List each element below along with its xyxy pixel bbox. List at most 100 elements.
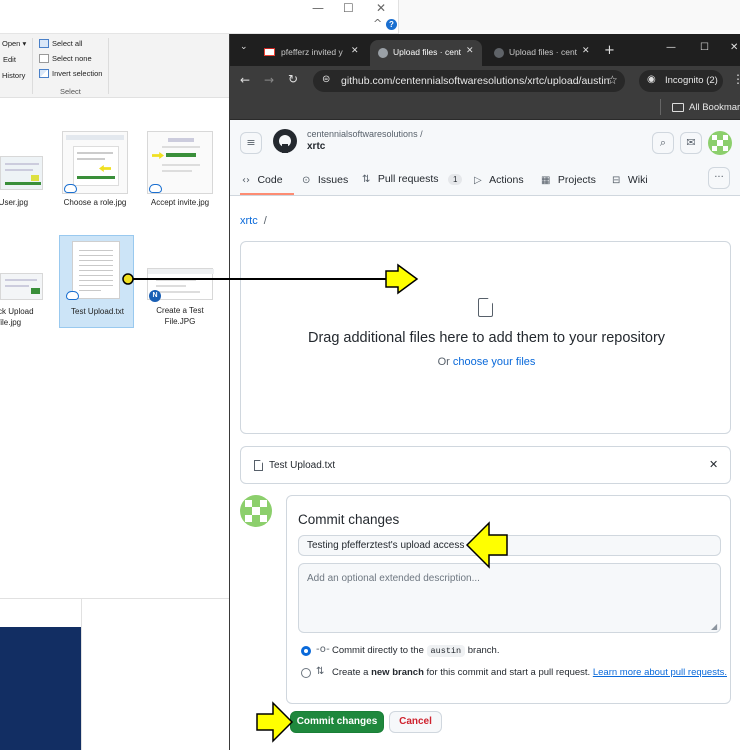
search-icon[interactable]: ⌕ [652, 132, 674, 154]
explorer-ribbon: Open ▾ Edit History Select all Select no… [0, 34, 229, 98]
active-tab-underline [240, 193, 294, 195]
commit-direct-radio[interactable] [301, 646, 311, 656]
tab-label: Actions [489, 174, 524, 186]
new-branch-radio[interactable] [301, 668, 311, 678]
close-tab-icon[interactable]: ✕ [466, 46, 474, 56]
breadcrumb-repo-link[interactable]: xrtc [240, 215, 258, 227]
cancel-button[interactable]: Cancel [389, 711, 442, 733]
tab-wiki[interactable]: ⊟ Wiki [612, 170, 648, 188]
pr-icon: ⇅ [316, 666, 325, 677]
code-icon: ‹› [242, 175, 250, 186]
learn-more-link[interactable]: Learn more about pull requests. [593, 667, 727, 678]
commit-description-textarea[interactable]: Add an optional extended description... … [298, 563, 721, 633]
close-tab-icon[interactable]: ✕ [351, 46, 359, 56]
synced-badge-icon: N [149, 290, 161, 302]
github-icon [378, 48, 388, 58]
ribbon-group-label: Select [60, 87, 81, 96]
tab-search-chevron-icon[interactable]: ⌄ [240, 42, 248, 52]
tab-label: Wiki [627, 174, 648, 186]
new-tab-button[interactable]: + [604, 43, 615, 58]
file-item-selected[interactable]: Test Upload.txt [59, 235, 134, 328]
browser-tab[interactable]: Upload files · cent ✕ [486, 40, 598, 66]
ribbon-edit-button[interactable]: Edit [3, 55, 16, 64]
tab-issues[interactable]: ⊙ Issues [302, 170, 348, 188]
commit-title: Commit changes [298, 512, 400, 527]
url-text: github.com/centennialsoftwaresolutions/x… [341, 75, 610, 87]
pr-icon: ⇅ [362, 174, 371, 185]
repo-name-link[interactable]: xrtc [307, 141, 325, 152]
commit-icon: -o- [316, 644, 330, 655]
forward-arrow-icon[interactable]: → [264, 73, 274, 87]
choose-files-link[interactable]: choose your files [453, 356, 536, 368]
tab-code[interactable]: ‹› Code [242, 170, 283, 188]
all-bookmarks-button[interactable]: All Bookmarks [689, 102, 740, 113]
taskbar-navy-block [0, 627, 81, 750]
maximize-button[interactable]: ☐ [343, 1, 354, 15]
tab-pull-requests[interactable]: ⇅ Pull requests 1 [362, 169, 463, 187]
hamburger-menu-icon[interactable]: ≡ [240, 132, 262, 154]
ribbon-open-button[interactable]: Open ▾ [2, 39, 26, 48]
avatar[interactable] [708, 131, 732, 155]
explorer-titlebar: — ☐ ✕ ^ ? [0, 0, 400, 34]
incognito-label: Incognito (2) [665, 75, 718, 86]
tab-actions[interactable]: ▷ Actions [474, 170, 524, 188]
file-name: d User.jpg [0, 198, 29, 207]
close-tab-icon[interactable]: ✕ [582, 46, 590, 56]
file-thumbnail [0, 273, 43, 300]
inbox-icon[interactable]: ✉ [680, 132, 702, 154]
select-all-icon [39, 39, 49, 48]
incognito-chip[interactable]: ◉ Incognito (2) [639, 70, 723, 92]
github-header: ≡ centennialsoftwaresolutions / xrtc ⌕ ✉… [230, 120, 740, 196]
minimize-button[interactable]: — [312, 1, 324, 15]
menu-kebab-icon[interactable]: ⋮ [732, 72, 740, 86]
tab-label: Projects [557, 174, 596, 186]
minimize-icon[interactable]: — [666, 42, 676, 53]
tab-projects[interactable]: ▦ Projects [541, 170, 596, 188]
reload-icon[interactable]: ↻ [288, 72, 298, 86]
browser-tab-active[interactable]: Upload files · cent ✕ [370, 40, 482, 66]
commit-message-input[interactable]: Testing pfefferztest's upload access [298, 535, 721, 556]
commit-changes-panel: Commit changes Testing pfefferztest's up… [286, 495, 731, 704]
maximize-icon[interactable]: ☐ [700, 42, 709, 53]
help-icon[interactable]: ? [386, 19, 397, 30]
tab-title: Upload files · cent [509, 47, 578, 57]
resize-handle-icon[interactable]: ◢ [711, 622, 717, 631]
incognito-icon: ◉ [647, 74, 656, 85]
branch-name-badge: austin [426, 645, 466, 657]
ribbon-select-all[interactable]: Select all [52, 39, 82, 48]
repo-owner-link[interactable]: centennialsoftwaresolutions / [307, 129, 423, 139]
dropzone-heading: Drag additional files here to add them t… [307, 330, 666, 346]
folder-icon [672, 103, 684, 112]
file-dropzone[interactable]: Drag additional files here to add them t… [240, 241, 731, 434]
dropzone-subtext: Or choose your files [437, 356, 536, 368]
commit-direct-label: Commit directly to the austin branch. [332, 645, 500, 657]
browser-tab[interactable]: pfefferz invited y ✕ [258, 40, 366, 66]
address-bar[interactable]: ⊜ github.com/centennialsoftwaresolutions… [313, 70, 625, 92]
ribbon-history-button[interactable]: History [2, 71, 25, 80]
more-options-icon[interactable]: ··· [708, 167, 730, 189]
remove-file-icon[interactable]: ✕ [709, 458, 718, 471]
tab-title: Upload files · cent [393, 47, 462, 57]
text-file-icon [72, 241, 120, 299]
github-icon [494, 48, 504, 58]
close-window-icon[interactable]: ✕ [730, 42, 738, 53]
commit-changes-button[interactable]: Commit changes [290, 711, 384, 733]
bookmark-star-icon[interactable]: ☆ [607, 73, 618, 87]
issue-icon: ⊙ [302, 175, 311, 186]
play-icon: ▷ [474, 175, 482, 186]
back-arrow-icon[interactable]: ← [240, 73, 250, 87]
tab-label: Pull requests [377, 173, 439, 185]
tab-strip: ⌄ pfefferz invited y ✕ Upload files · ce… [230, 34, 740, 66]
file-name: Accept invite.jpg [150, 198, 210, 207]
collapse-ribbon-chevron-icon[interactable]: ^ [373, 17, 382, 30]
site-info-icon[interactable]: ⊜ [322, 74, 330, 85]
committer-avatar [240, 495, 272, 527]
github-logo-icon[interactable] [273, 129, 297, 153]
ribbon-invert-selection[interactable]: Invert selection [52, 69, 102, 78]
breadcrumb: xrtc / [240, 215, 267, 227]
file-name: ck Upload file.jpg [0, 307, 34, 327]
file-thumbnail [0, 156, 43, 190]
ribbon-select-none[interactable]: Select none [52, 54, 92, 63]
table-icon: ▦ [541, 175, 551, 186]
close-button[interactable]: ✕ [376, 1, 386, 15]
